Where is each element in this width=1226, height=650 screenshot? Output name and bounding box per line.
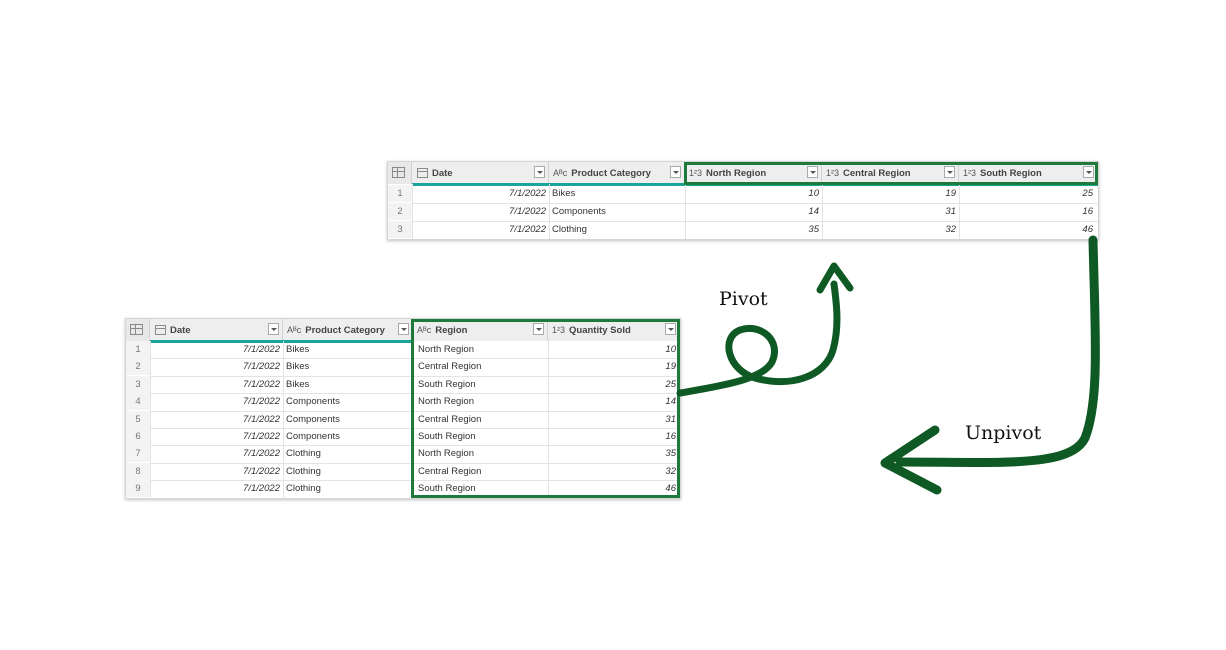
transform-arrows <box>676 235 1100 495</box>
pivot-label: Pivot <box>719 288 768 310</box>
unpivot-label: Unpivot <box>965 422 1042 444</box>
